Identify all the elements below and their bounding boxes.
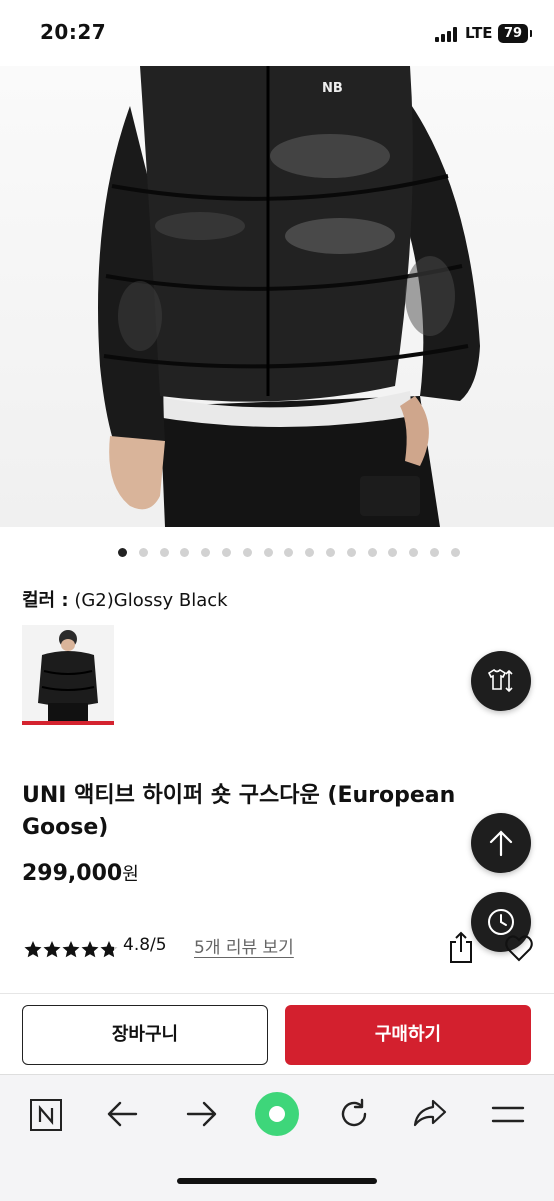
gallery-dot[interactable] — [305, 548, 315, 557]
product-title: UNI 액티브 하이퍼 숏 구스다운 (European Goose) — [22, 783, 456, 840]
gallery-dot[interactable] — [326, 548, 335, 557]
gallery-indicator — [0, 548, 554, 560]
battery-icon: 79 — [498, 24, 532, 43]
star-icon — [100, 941, 118, 958]
signal-icon — [435, 26, 461, 42]
color-value: (G2)Glossy Black — [74, 590, 228, 611]
gallery-dot[interactable] — [284, 548, 294, 557]
size-guide-button[interactable] — [471, 651, 531, 711]
share-arrow-icon[interactable] — [412, 1097, 448, 1133]
reviews-link[interactable]: 5개 리뷰 보기 — [194, 933, 294, 958]
svg-text:NB: NB — [322, 81, 343, 96]
rating-value: 4.8/5 — [123, 935, 167, 955]
star-icon — [81, 941, 99, 958]
heart-icon — [505, 935, 533, 962]
status-bar: 20:27 LTE 79 — [0, 0, 554, 66]
star-icon — [43, 941, 61, 958]
star-icon — [62, 941, 80, 958]
gallery-dot[interactable] — [430, 548, 439, 557]
share-button[interactable] — [448, 930, 474, 968]
gallery-dot[interactable] — [159, 548, 169, 557]
stars-graphic — [24, 941, 118, 958]
price-currency: 원 — [122, 864, 139, 885]
wishlist-button[interactable] — [505, 930, 533, 968]
home-indicator — [177, 1178, 377, 1184]
product-price: 299,000원 — [22, 860, 139, 886]
share-icon — [450, 931, 472, 963]
gallery-dot[interactable] — [242, 548, 252, 557]
shirt-swap-icon — [487, 668, 513, 693]
jacket-photo: NB — [98, 66, 480, 527]
buy-now-button[interactable]: 구매하기 — [285, 1005, 531, 1065]
status-time: 20:27 — [40, 20, 107, 44]
thumbnail-photo — [22, 625, 114, 721]
gallery-dot[interactable] — [180, 548, 190, 557]
gallery-dot[interactable] — [222, 548, 231, 557]
gallery-dot[interactable] — [118, 548, 127, 557]
network-label: LTE — [465, 24, 493, 42]
gallery-dot[interactable] — [450, 548, 460, 557]
gallery-dot[interactable] — [388, 548, 398, 557]
color-thumbnail[interactable] — [22, 625, 114, 725]
rating-stars — [24, 938, 118, 960]
gallery-dot[interactable] — [201, 548, 211, 557]
add-to-cart-button[interactable]: 장바구니 — [22, 1005, 268, 1065]
gallery-dot[interactable] — [138, 548, 148, 557]
color-option: 컬러 : (G2)Glossy Black — [22, 586, 228, 612]
gallery-dot[interactable] — [409, 548, 419, 557]
product-image-gallery[interactable]: NB — [0, 66, 554, 527]
menu-icon[interactable] — [490, 1103, 526, 1131]
price-value: 299,000 — [22, 861, 123, 886]
star-icon — [24, 941, 42, 958]
refresh-icon[interactable] — [337, 1097, 371, 1135]
gallery-dot[interactable] — [367, 548, 377, 557]
gallery-dot[interactable] — [263, 548, 273, 557]
back-arrow-icon[interactable] — [106, 1099, 140, 1133]
forward-arrow-icon[interactable] — [184, 1099, 218, 1133]
green-dot-icon[interactable] — [254, 1091, 300, 1141]
color-label: 컬러 : — [22, 590, 69, 611]
gallery-dot[interactable] — [346, 548, 356, 557]
naver-n-icon[interactable] — [30, 1099, 62, 1135]
